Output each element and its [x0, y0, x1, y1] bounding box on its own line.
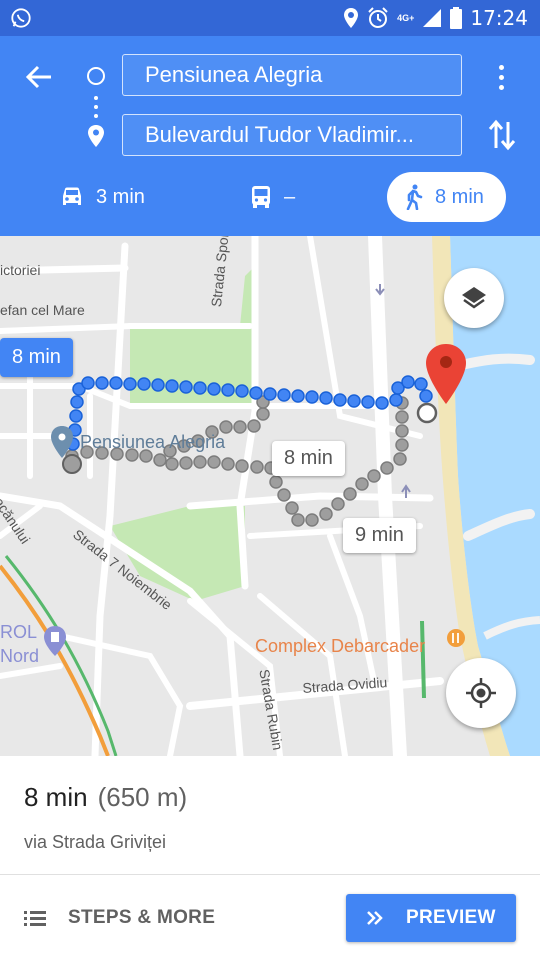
battery-icon — [450, 7, 463, 29]
origin-dot-icon — [87, 67, 105, 85]
route-time-alt-1[interactable]: 8 min — [272, 441, 345, 476]
location-icon — [344, 8, 359, 28]
alarm-icon — [368, 7, 388, 28]
mode-drive[interactable]: 3 min — [60, 172, 145, 222]
walk-time: 8 min — [435, 185, 484, 208]
route-time-alt-2[interactable]: 9 min — [343, 518, 416, 553]
double-chevron-right-icon — [367, 911, 383, 925]
mode-walk[interactable]: 8 min — [387, 172, 506, 222]
back-button[interactable] — [20, 58, 58, 96]
start-location-field[interactable]: Pensiunea Alegria — [122, 54, 462, 96]
list-icon — [24, 911, 46, 926]
route-summary: 8 min (650 m) — [24, 782, 187, 813]
status-bar: 4G+ 17:24 — [0, 0, 540, 36]
preview-label: PREVIEW — [406, 907, 496, 928]
steps-label: STEPS & MORE — [68, 907, 216, 928]
map-view[interactable]: ictoriei efan cel Mare Strada Sportului … — [0, 236, 540, 756]
route-distance: (650 m) — [97, 782, 188, 812]
destination-end-marker — [416, 402, 438, 424]
back-arrow-icon — [25, 65, 51, 89]
mode-transit[interactable]: – — [250, 172, 295, 222]
travel-modes: 3 min – 8 min — [0, 172, 540, 222]
origin-marker — [62, 454, 82, 474]
poi-label-rol: ROL — [0, 622, 38, 642]
preview-button[interactable]: PREVIEW — [346, 894, 516, 942]
destination-field[interactable]: Bulevardul Tudor Vladimir... — [122, 114, 462, 156]
destination-pin-icon — [88, 125, 104, 147]
route-duration: 8 min — [24, 782, 88, 812]
directions-header: Pensiunea Alegria Bulevardul Tudor Vladi… — [0, 36, 540, 236]
walk-icon — [406, 184, 423, 210]
route-via: via Strada Griviței — [24, 832, 167, 852]
street-label-victoriei: ictoriei — [0, 262, 41, 278]
bus-icon — [252, 186, 270, 208]
route-summary-sheet: 8 min (650 m) via Strada Griviței STEPS &… — [0, 756, 540, 960]
transit-time: – — [284, 185, 296, 208]
poi-label-nord: Nord — [0, 646, 40, 666]
my-location-icon — [466, 678, 496, 708]
route-connector-icon — [94, 96, 98, 123]
route-time-primary[interactable]: 8 min — [0, 338, 73, 377]
divider — [0, 874, 540, 875]
street-label-stefan-cel-mare: efan cel Mare — [0, 302, 85, 318]
layers-icon — [462, 287, 486, 309]
signal-icon — [423, 9, 442, 27]
origin-place-label: Pensiunea Alegria — [80, 432, 226, 452]
layers-button[interactable] — [444, 268, 504, 328]
restaurant-poi — [447, 629, 465, 647]
drive-time: 3 min — [96, 185, 145, 208]
my-location-button[interactable] — [446, 658, 516, 728]
swap-directions-icon[interactable] — [486, 118, 518, 152]
status-time: 17:24 — [470, 6, 528, 30]
whatsapp-icon — [11, 8, 31, 28]
car-icon — [63, 187, 81, 205]
network-type: 4G+ — [397, 12, 415, 23]
poi-label-complex-debarcader: Complex Debarcader — [255, 636, 426, 656]
more-options-button[interactable] — [488, 60, 514, 94]
steps-and-more-button[interactable]: STEPS & MORE — [24, 896, 215, 940]
